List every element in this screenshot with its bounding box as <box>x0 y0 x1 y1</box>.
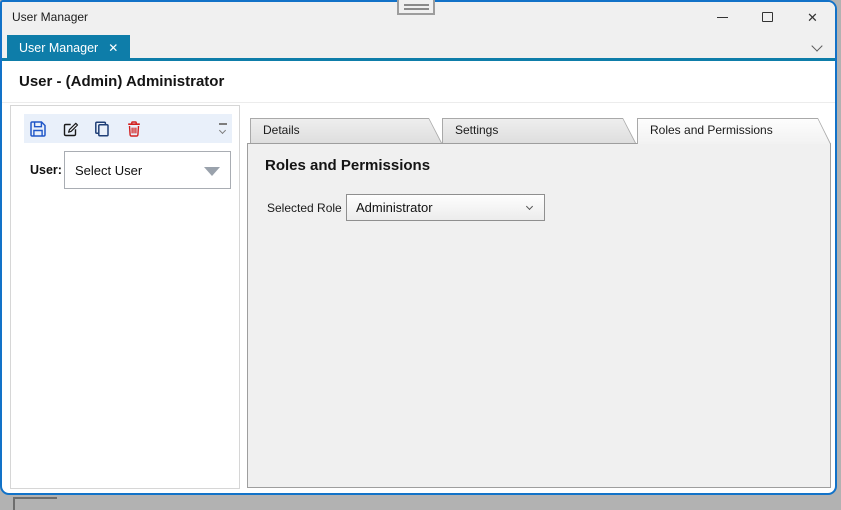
user-select-dropdown[interactable]: Select User <box>64 151 231 189</box>
copy-icon <box>93 120 111 138</box>
chevron-down-icon[interactable] <box>811 40 822 51</box>
save-icon <box>29 120 47 138</box>
maximize-icon <box>762 12 773 22</box>
chevron-down-icon <box>526 203 533 210</box>
tab-label: User Manager <box>19 41 98 55</box>
app-window: User Manager ✕ User Manager ✕ <box>0 0 837 495</box>
tab-user-manager[interactable]: User Manager ✕ <box>7 35 130 61</box>
window-controls: ✕ <box>700 2 835 32</box>
page-title: User - (Admin) Administrator <box>19 61 224 103</box>
delete-icon <box>125 120 143 138</box>
maximize-button[interactable] <box>745 2 790 32</box>
tab-label: Roles and Permissions <box>650 118 773 143</box>
window-title: User Manager <box>12 2 88 32</box>
user-label: User: <box>30 163 62 177</box>
tab-label: Settings <box>455 118 498 143</box>
dock-drag-handle[interactable] <box>397 0 435 15</box>
selected-role-label: Selected Role <box>267 201 342 215</box>
overflow-icon <box>219 123 227 125</box>
dropdown-arrow-icon <box>204 167 220 176</box>
tab-label: Details <box>263 118 300 143</box>
minimize-button[interactable] <box>700 2 745 32</box>
selected-role-dropdown[interactable]: Administrator <box>346 194 545 221</box>
tab-close-icon[interactable]: ✕ <box>108 42 118 54</box>
copy-button[interactable] <box>93 120 111 138</box>
roles-permissions-content: Roles and Permissions Selected Role Admi… <box>247 143 831 488</box>
user-selection-panel: User: Select User <box>10 105 240 489</box>
user-select-value: Select User <box>75 163 142 178</box>
edit-icon <box>61 120 79 138</box>
page-header: User - (Admin) Administrator <box>2 61 835 103</box>
tab-details[interactable]: Details <box>250 118 442 143</box>
minimize-icon <box>717 17 728 18</box>
selected-role-value: Administrator <box>356 200 433 215</box>
close-icon: ✕ <box>807 11 818 24</box>
delete-button[interactable] <box>125 120 143 138</box>
chevron-down-icon <box>219 126 226 133</box>
tab-roles-and-permissions[interactable]: Roles and Permissions <box>637 118 831 144</box>
save-button[interactable] <box>29 120 47 138</box>
document-tab-strip: User Manager ✕ <box>2 32 835 61</box>
tab-settings[interactable]: Settings <box>442 118 636 143</box>
close-button[interactable]: ✕ <box>790 2 835 32</box>
background-window-corner <box>13 497 57 510</box>
toolbar <box>24 114 232 143</box>
toolbar-overflow-button[interactable] <box>219 123 228 135</box>
detail-panel: Details Settings Roles and Permissions R… <box>247 118 831 488</box>
section-heading: Roles and Permissions <box>265 157 430 174</box>
edit-button[interactable] <box>61 120 79 138</box>
screen: User Manager ✕ User Manager ✕ <box>0 0 841 510</box>
